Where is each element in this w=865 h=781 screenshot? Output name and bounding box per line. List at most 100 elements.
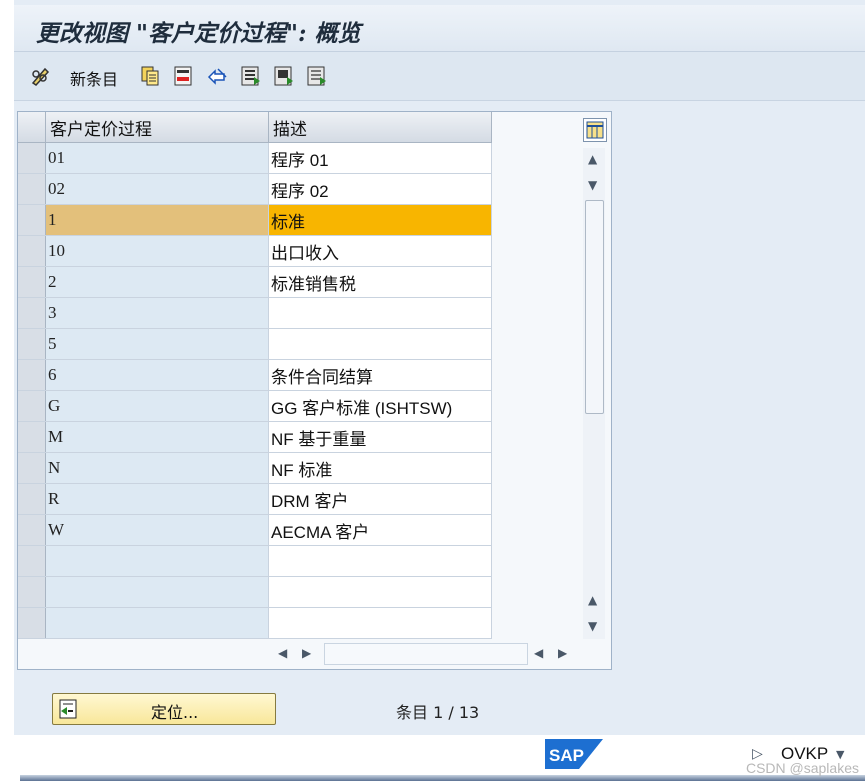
svg-text:SAP: SAP <box>549 746 584 765</box>
scroll-down-icon[interactable]: ▼ <box>588 619 597 633</box>
table-row[interactable]: 2 标准销售税 <box>18 266 492 298</box>
scroll-left-icon[interactable]: ◀ <box>278 646 287 660</box>
title-bar: 更改视图 "客户定价过程": 概览 <box>14 5 865 52</box>
table-row[interactable]: R DRM 客户 <box>18 483 492 515</box>
pricing-procedure-cell[interactable]: 10 <box>45 235 269 267</box>
description-cell[interactable]: 程序 02 <box>268 173 492 205</box>
scroll-page-up-icon[interactable]: ▲ <box>588 593 597 607</box>
application-toolbar: 新条目 <box>14 52 865 101</box>
scroll-thumb[interactable] <box>585 200 604 414</box>
row-selector[interactable] <box>18 452 46 484</box>
description-cell[interactable]: 标准 <box>268 204 492 236</box>
table-row[interactable]: 01 程序 01 <box>18 142 492 174</box>
table-settings-icon[interactable] <box>583 118 607 142</box>
pricing-procedure-table: 客户定价过程 描述 01 程序 01 02 程序 02 1 标准 10 出口收入 2 标准销售税 3… <box>18 112 492 639</box>
table-row[interactable]: 10 出口收入 <box>18 235 492 267</box>
scroll-page-down-icon[interactable]: ▼ <box>588 178 597 192</box>
description-cell[interactable] <box>268 545 492 577</box>
select-all-icon[interactable] <box>240 65 260 87</box>
pricing-procedure-cell[interactable]: 1 <box>45 204 269 236</box>
pricing-procedure-cell[interactable] <box>45 545 269 577</box>
row-selector[interactable] <box>18 545 46 577</box>
row-selector[interactable] <box>18 204 46 236</box>
table-row[interactable]: M NF 基于重量 <box>18 421 492 453</box>
pricing-procedure-cell[interactable]: 01 <box>45 142 269 174</box>
description-cell[interactable]: 条件合同结算 <box>268 359 492 391</box>
table-row[interactable] <box>18 607 492 639</box>
row-selector[interactable] <box>18 297 46 329</box>
description-cell[interactable] <box>268 607 492 639</box>
description-cell[interactable]: GG 客户标准 (ISHTSW) <box>268 390 492 422</box>
position-icon <box>59 699 77 719</box>
position-button-label: 定位... <box>151 703 199 722</box>
row-selector[interactable] <box>18 142 46 174</box>
table-row[interactable]: N NF 标准 <box>18 452 492 484</box>
scroll-up-icon[interactable]: ▲ <box>588 152 597 166</box>
horizontal-scrollbar[interactable]: ◀ ▶ ◀ ▶ <box>272 640 582 666</box>
row-selector[interactable] <box>18 483 46 515</box>
description-cell[interactable] <box>268 576 492 608</box>
pricing-procedure-cell[interactable]: R <box>45 483 269 515</box>
table-row[interactable] <box>18 576 492 608</box>
page-title: 更改视图 "客户定价过程": 概览 <box>36 20 361 47</box>
position-button[interactable]: 定位... <box>52 693 276 725</box>
pricing-procedure-cell[interactable]: G <box>45 390 269 422</box>
scroll-left-end-icon[interactable]: ◀ <box>534 646 543 660</box>
pricing-procedure-cell[interactable] <box>45 607 269 639</box>
table-row[interactable]: W AECMA 客户 <box>18 514 492 546</box>
table-control: 客户定价过程 描述 01 程序 01 02 程序 02 1 标准 10 出口收入 2 标准销售税 3… <box>17 111 612 670</box>
watermark: CSDN @saplakes <box>745 760 859 776</box>
undo-icon[interactable] <box>206 65 227 87</box>
description-cell[interactable] <box>268 297 492 329</box>
pricing-procedure-cell[interactable] <box>45 576 269 608</box>
description-cell[interactable]: NF 标准 <box>268 452 492 484</box>
copy-icon[interactable] <box>140 65 160 87</box>
row-selector[interactable] <box>18 266 46 298</box>
delete-icon[interactable] <box>173 65 193 87</box>
vertical-scrollbar[interactable]: ▲ ▼ ▲ ▼ <box>583 148 605 639</box>
table-row[interactable]: 3 <box>18 297 492 329</box>
pricing-procedure-cell[interactable]: 2 <box>45 266 269 298</box>
description-cell[interactable]: NF 基于重量 <box>268 421 492 453</box>
table-row[interactable] <box>18 545 492 577</box>
row-selector[interactable] <box>18 607 46 639</box>
description-cell[interactable]: DRM 客户 <box>268 483 492 515</box>
row-selector[interactable] <box>18 235 46 267</box>
header-description[interactable]: 描述 <box>268 112 492 143</box>
table-row[interactable]: G GG 客户标准 (ISHTSW) <box>18 390 492 422</box>
description-cell[interactable]: 出口收入 <box>268 235 492 267</box>
new-entries-button[interactable]: 新条目 <box>70 66 118 90</box>
description-cell[interactable]: AECMA 客户 <box>268 514 492 546</box>
table-row[interactable]: 5 <box>18 328 492 360</box>
table-row[interactable]: 1 标准 <box>18 204 492 236</box>
horizontal-scroll-track[interactable] <box>324 643 528 665</box>
row-selector[interactable] <box>18 328 46 360</box>
row-selector[interactable] <box>18 390 46 422</box>
row-selector[interactable] <box>18 576 46 608</box>
sap-logo: SAP <box>545 739 603 769</box>
deselect-all-icon[interactable] <box>306 65 326 87</box>
pricing-procedure-cell[interactable]: 6 <box>45 359 269 391</box>
description-cell[interactable]: 标准销售税 <box>268 266 492 298</box>
scroll-right-end-icon[interactable]: ▶ <box>558 646 567 660</box>
header-pricing-procedure[interactable]: 客户定价过程 <box>45 112 269 143</box>
pricing-procedure-cell[interactable]: 3 <box>45 297 269 329</box>
pricing-procedure-cell[interactable]: W <box>45 514 269 546</box>
row-selector[interactable] <box>18 514 46 546</box>
row-selector[interactable] <box>18 173 46 205</box>
description-cell[interactable] <box>268 328 492 360</box>
table-row[interactable]: 6 条件合同结算 <box>18 359 492 391</box>
table-row[interactable]: 02 程序 02 <box>18 173 492 205</box>
select-block-icon[interactable] <box>273 65 293 87</box>
pricing-procedure-cell[interactable]: M <box>45 421 269 453</box>
pricing-procedure-cell[interactable]: 02 <box>45 173 269 205</box>
edit-glasses-icon[interactable] <box>30 65 50 87</box>
status-line <box>20 775 865 781</box>
description-cell[interactable]: 程序 01 <box>268 142 492 174</box>
select-column-header[interactable] <box>18 112 46 143</box>
row-selector[interactable] <box>18 359 46 391</box>
scroll-right-icon[interactable]: ▶ <box>302 646 311 660</box>
pricing-procedure-cell[interactable]: 5 <box>45 328 269 360</box>
pricing-procedure-cell[interactable]: N <box>45 452 269 484</box>
row-selector[interactable] <box>18 421 46 453</box>
